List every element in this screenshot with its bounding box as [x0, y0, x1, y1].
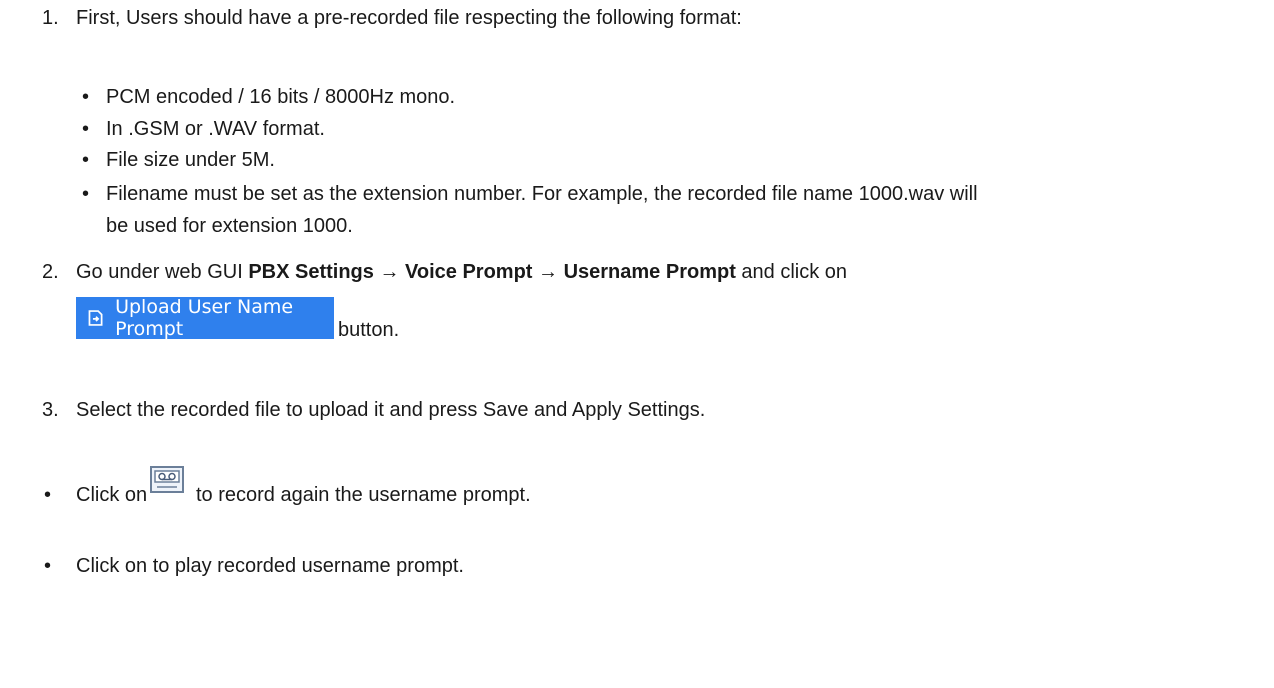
bullet-icon: •: [44, 555, 52, 577]
step-3-number: 3.: [42, 399, 59, 421]
bullet-icon: •: [44, 484, 52, 506]
record-note-prefix: Click on: [76, 484, 148, 506]
upload-icon: [88, 310, 103, 326]
arrow-icon: →: [373, 261, 406, 283]
step-2-suffix: and click on: [735, 261, 848, 283]
bullet-icon: •: [82, 183, 90, 205]
step-1-bullet-4: Filename must be set as the extension nu…: [106, 183, 978, 205]
arrow-icon: →: [532, 261, 564, 283]
nav-path-pbx-settings: PBX Settings: [248, 261, 374, 283]
cassette-record-icon[interactable]: [150, 466, 184, 493]
bullet-icon: •: [82, 118, 90, 140]
step-3-text: Select the recorded file to upload it an…: [76, 399, 706, 421]
play-note-text: Click on to play recorded username promp…: [76, 555, 464, 577]
step-1-number: 1.: [42, 7, 59, 29]
bullet-icon: •: [82, 149, 90, 171]
step-2-number: 2.: [42, 261, 59, 283]
step-1-bullet-4-continued: be used for extension 1000.: [106, 215, 353, 237]
step-2-after-button: button.: [338, 319, 400, 341]
upload-user-name-prompt-button[interactable]: Upload User Name Prompt: [76, 296, 334, 340]
record-note-suffix: to record again the username prompt.: [196, 484, 531, 506]
step-1-bullet-2: In .GSM or .WAV format.: [106, 118, 325, 140]
step-1-text: First, Users should have a pre-recorded …: [76, 7, 742, 29]
step-2-text: Go under web GUI PBX Settings → Voice Pr…: [76, 260, 847, 284]
step-1-bullet-3: File size under 5M.: [106, 149, 275, 171]
step-1-bullet-1: PCM encoded / 16 bits / 8000Hz mono.: [106, 86, 456, 108]
nav-path-username-prompt: Username Prompt: [563, 261, 736, 283]
step-2-prefix: Go under web GUI: [76, 261, 249, 283]
nav-path-voice-prompt: Voice Prompt: [405, 261, 533, 283]
upload-button-label: Upload User Name Prompt: [115, 296, 294, 340]
bullet-icon: •: [82, 86, 90, 108]
